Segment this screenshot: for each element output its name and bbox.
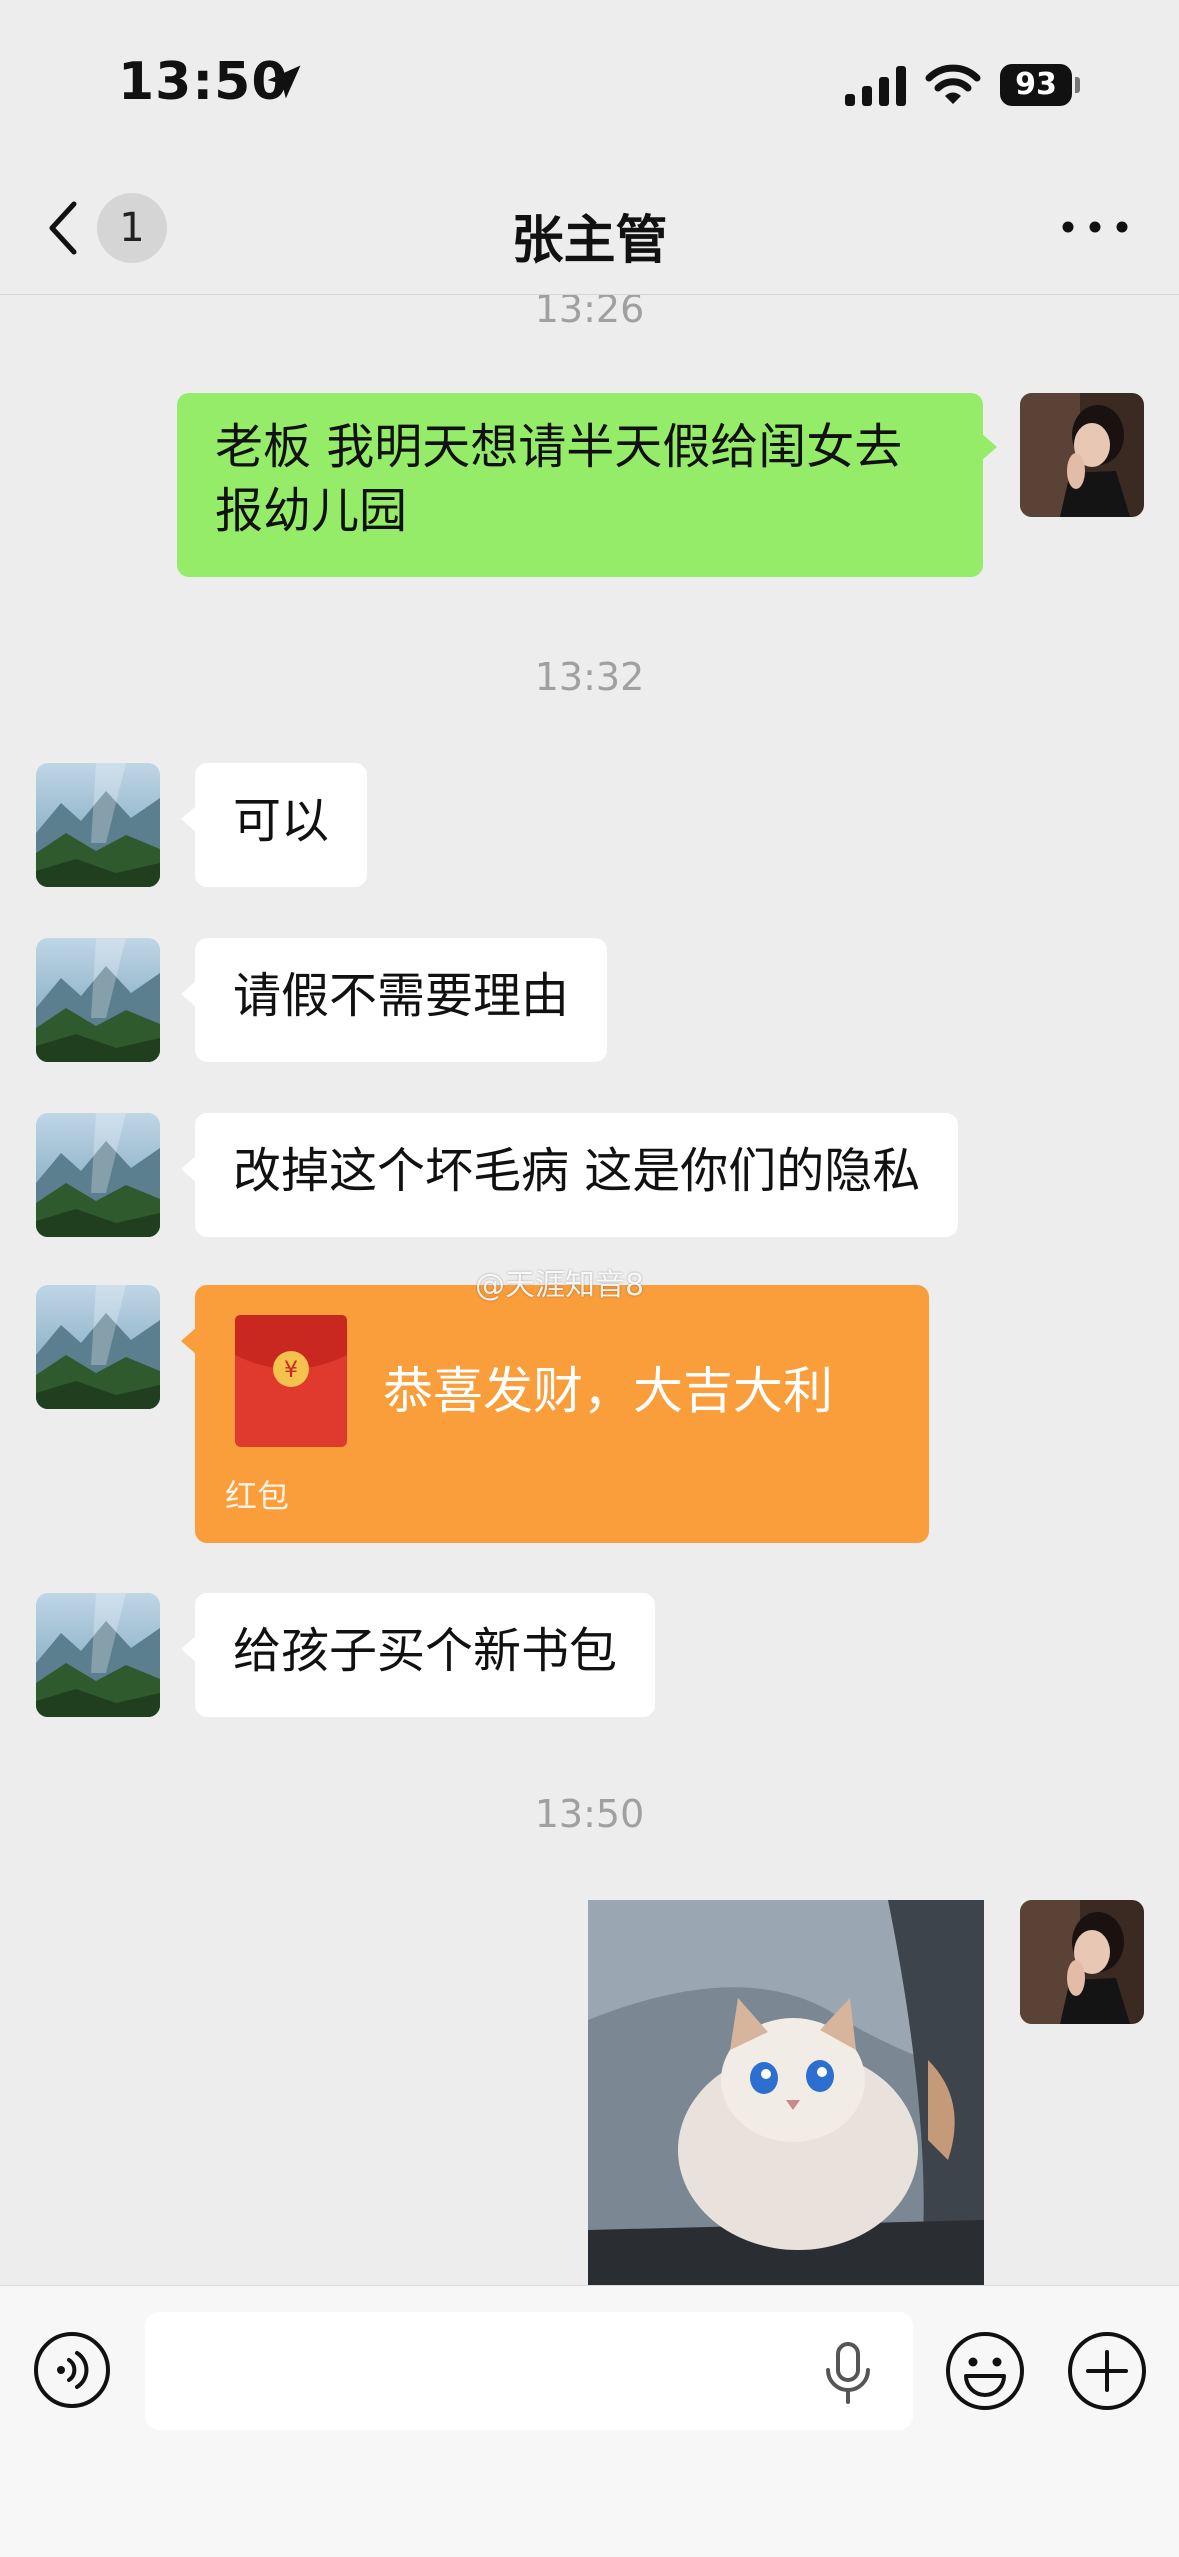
my-avatar[interactable] (1020, 393, 1144, 517)
microphone-icon[interactable] (822, 2342, 874, 2404)
incoming-message-bubble[interactable]: 请假不需要理由 (180, 938, 608, 1062)
chat-header: 1 张主管 (0, 160, 1179, 295)
red-packet-greeting: 恭喜发财，大吉大利 (383, 1362, 833, 1420)
contact-avatar[interactable] (36, 938, 160, 1062)
contact-avatar[interactable] (36, 1113, 160, 1237)
message-timestamp: 13:50 (534, 1792, 645, 1836)
battery-cap (1075, 77, 1080, 93)
currency-symbol: ¥ (284, 1358, 298, 1383)
cellular-signal-icon (845, 66, 906, 106)
watermark: @天涯知音8 (475, 1268, 645, 1303)
red-envelope-icon: ¥ (235, 1315, 347, 1447)
wifi-icon (925, 64, 981, 104)
incoming-message-bubble[interactable]: 可以 (180, 763, 368, 887)
status-bar: 13:50 93 (0, 0, 1179, 160)
message-text-input[interactable] (145, 2312, 913, 2430)
unread-count-badge[interactable]: 1 (97, 193, 167, 263)
message-timestamp: 13:32 (534, 655, 645, 699)
location-arrow-icon (267, 65, 301, 99)
voice-input-icon[interactable] (32, 2330, 112, 2410)
red-packet-message[interactable]: ¥ 恭喜发财，大吉大利 红包 (181, 1285, 929, 1543)
incoming-message-bubble[interactable]: 给孩子买个新书包 (180, 1593, 656, 1717)
contact-avatar[interactable] (36, 1593, 160, 1717)
back-chevron-icon[interactable] (44, 200, 84, 256)
battery-indicator: 93 (1000, 64, 1072, 106)
emoji-icon[interactable] (944, 2330, 1026, 2412)
my-avatar[interactable] (1020, 1900, 1144, 2024)
outgoing-message-bubble[interactable]: 老板 我明天想请半天假给闺女去报幼儿园 (177, 393, 997, 577)
contact-avatar[interactable] (36, 763, 160, 887)
red-packet-label: 红包 (225, 1477, 290, 1515)
message-input-bar (0, 2285, 1179, 2557)
chat-title: 张主管 (511, 211, 668, 271)
plus-icon[interactable] (1066, 2330, 1148, 2412)
cat-sticker-image[interactable] (588, 1900, 984, 2285)
more-options-icon[interactable] (1060, 210, 1130, 244)
message-list[interactable]: 13:26 老板 我明天想请半天假给闺女去报幼儿园 13:32 可以 请假不需要… (0, 295, 1179, 2285)
contact-avatar[interactable] (36, 1285, 160, 1409)
message-timestamp: 13:26 (534, 295, 645, 331)
incoming-message-bubble[interactable]: 改掉这个坏毛病 这是你们的隐私 (180, 1113, 959, 1237)
